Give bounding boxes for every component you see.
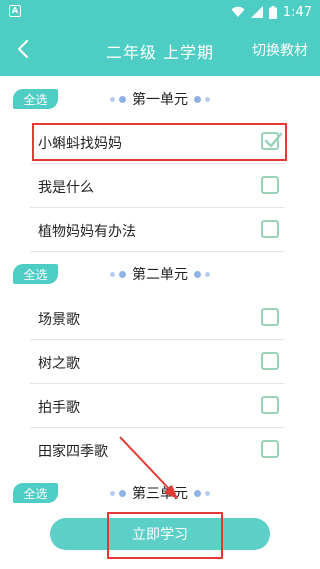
- annotation-arrow-icon: [119, 436, 178, 499]
